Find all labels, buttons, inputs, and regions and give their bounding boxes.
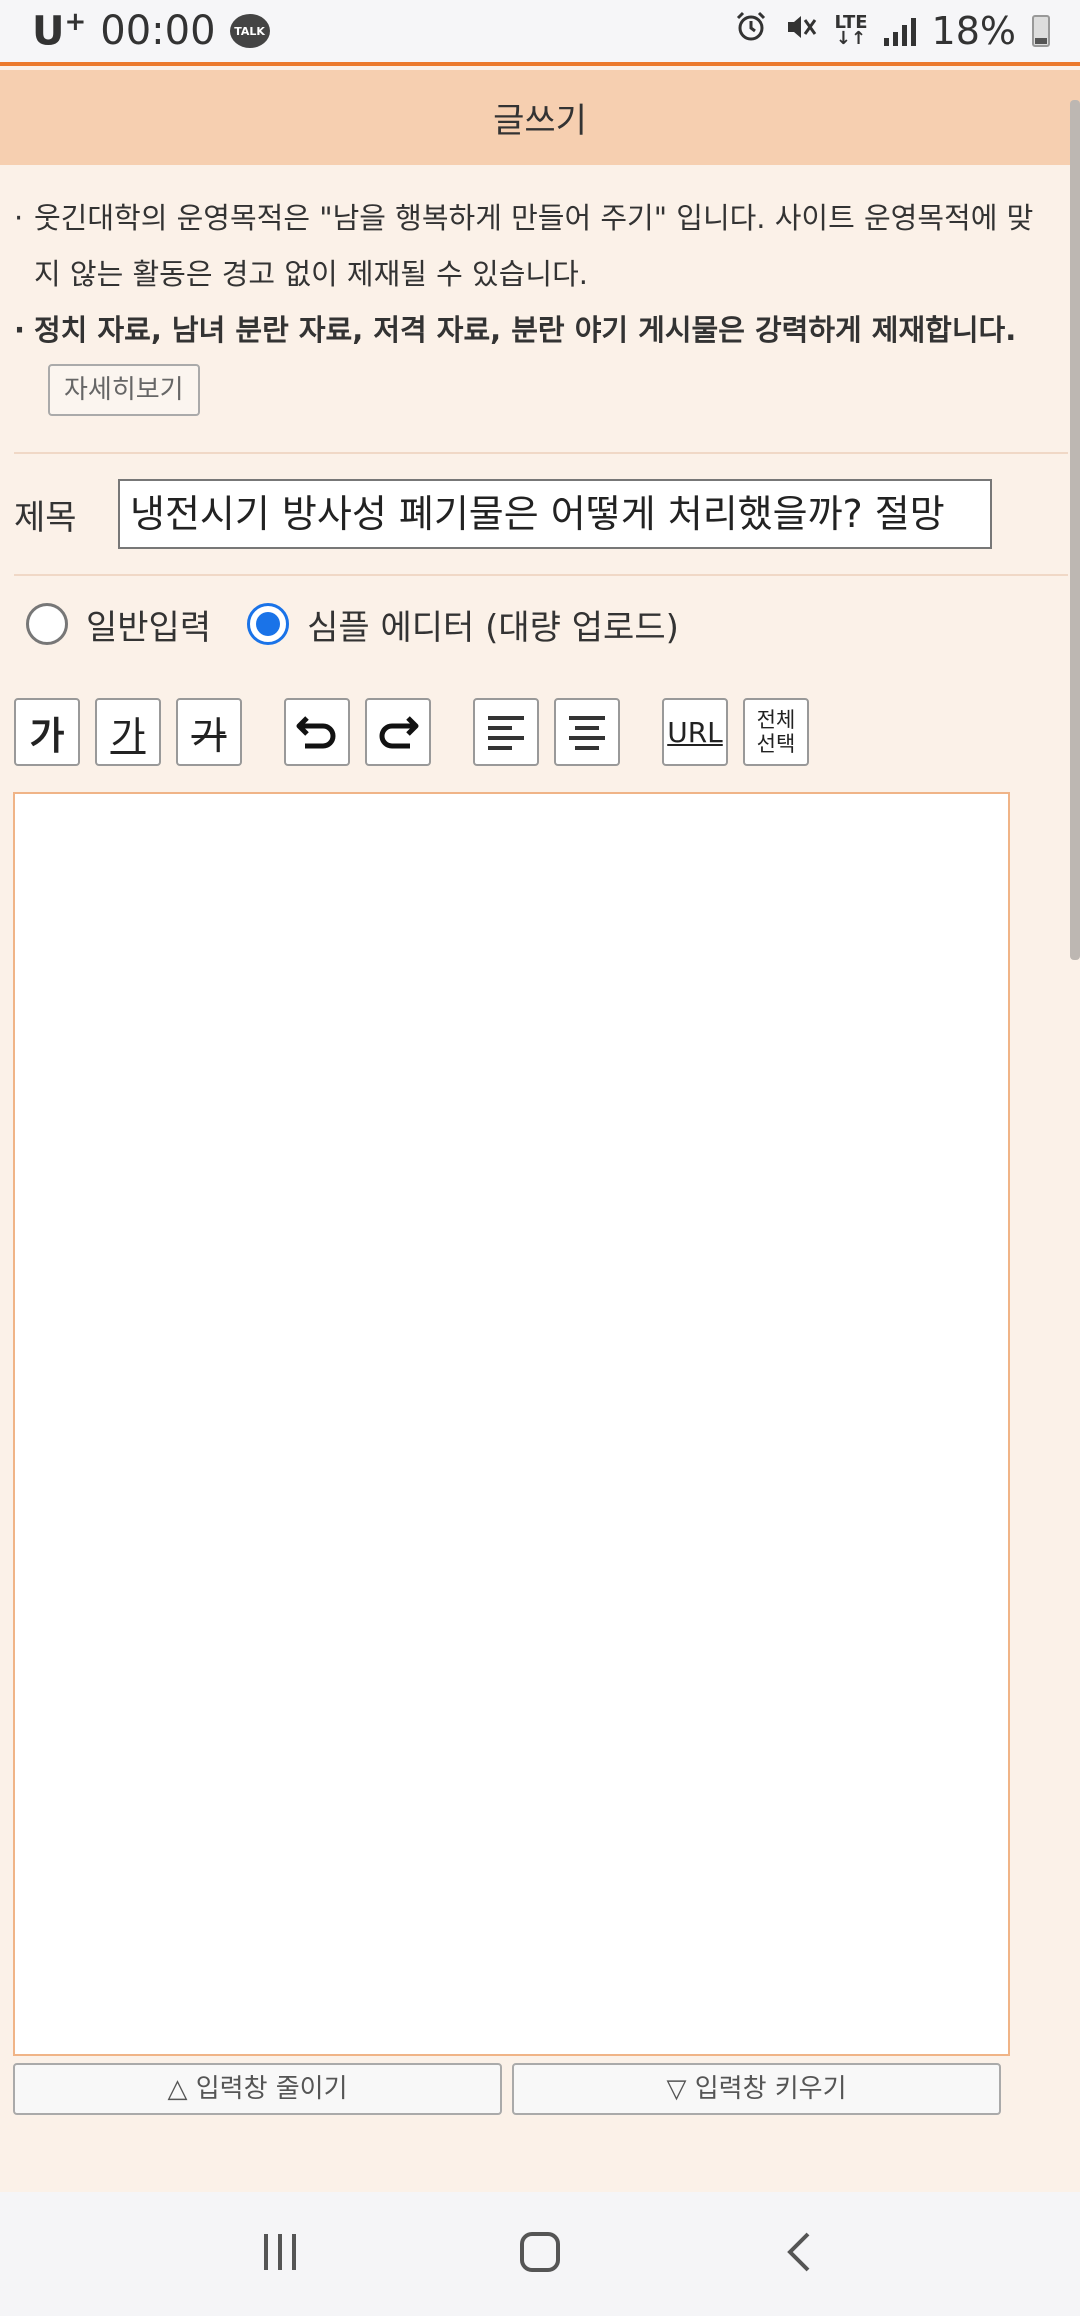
radio-normal-input[interactable]: 일반입력	[26, 600, 211, 649]
clock: 00:00	[100, 8, 216, 54]
status-bar: U+ 00:00 TALK LTE ↓↑ 18%	[0, 0, 1080, 66]
notice-line: · 정치 자료, 남녀 분란 자료, 저격 자료, 분란 야기 게시물은 강력하…	[14, 302, 1064, 358]
select-all-button[interactable]: 전체 선택	[743, 698, 809, 766]
more-details-button[interactable]: 자세히보기	[48, 364, 200, 416]
title-row: 제목 냉전시기 방사성 폐기물은 어떻게 처리했을까? 절망	[14, 478, 1014, 550]
title-input[interactable]: 냉전시기 방사성 폐기물은 어떻게 처리했을까? 절망	[118, 479, 992, 549]
divider	[14, 574, 1068, 576]
strikethrough-button[interactable]: 가	[176, 698, 242, 766]
notice-line: · 웃긴대학의 운영목적은 "남을 행복하게 만들어 주기" 입니다. 사이트 …	[14, 201, 1034, 291]
recent-apps-icon	[258, 2230, 302, 2278]
carrier-label: U+	[32, 7, 87, 55]
home-button[interactable]	[500, 2214, 580, 2294]
signal-icon	[883, 16, 916, 46]
align-center-icon	[565, 712, 609, 752]
radio-label: 심플 에디터 (대량 업로드)	[307, 607, 679, 648]
home-icon	[518, 2230, 562, 2278]
notice-box: · 웃긴대학의 운영목적은 "남을 행복하게 만들어 주기" 입니다. 사이트 …	[14, 190, 1064, 416]
system-navigation-bar	[0, 2192, 1080, 2316]
align-left-icon	[484, 712, 528, 752]
undo-icon	[295, 712, 339, 752]
editor-mode-selector: 일반입력 심플 에디터 (대량 업로드)	[26, 596, 715, 652]
undo-button[interactable]	[284, 698, 350, 766]
notice-text: 웃긴대학의 운영목적은 "남을 행복하게 만들어 주기" 입니다. 사이트 운영…	[34, 201, 1034, 235]
back-button[interactable]	[760, 2214, 840, 2294]
battery-percent: 18%	[931, 9, 1016, 53]
page-title: 글쓰기	[0, 70, 1080, 165]
kakaotalk-icon: TALK	[229, 14, 270, 48]
radio-circle[interactable]	[247, 603, 290, 645]
redo-icon	[376, 712, 420, 752]
mute-icon	[784, 10, 818, 52]
align-center-button[interactable]	[554, 698, 620, 766]
url-button[interactable]: URL	[662, 698, 728, 766]
divider	[14, 452, 1068, 454]
align-left-button[interactable]	[473, 698, 539, 766]
grow-editor-button[interactable]: ▽ 입력창 키우기	[512, 2063, 1001, 2115]
content-editor[interactable]	[13, 792, 1010, 2056]
scrollbar[interactable]	[1070, 100, 1080, 960]
lte-icon: LTE ↓↑	[834, 12, 868, 49]
alarm-icon	[734, 10, 768, 52]
title-label: 제목	[14, 497, 77, 538]
back-icon	[778, 2230, 822, 2278]
notice-warning: 정치 자료, 남녀 분란 자료, 저격 자료, 분란 야기 게시물은 강력하게 …	[34, 313, 1017, 347]
bold-button[interactable]: 가	[14, 698, 80, 766]
notice-text: 지 않는 활동은 경고 없이 제재될 수 있습니다.	[34, 257, 588, 291]
radio-circle[interactable]	[26, 603, 68, 645]
radio-label: 일반입력	[86, 607, 212, 648]
radio-simple-editor[interactable]: 심플 에디터 (대량 업로드)	[247, 600, 679, 649]
battery-icon	[1032, 15, 1050, 47]
underline-button[interactable]: 가	[95, 698, 161, 766]
redo-button[interactable]	[365, 698, 431, 766]
shrink-editor-button[interactable]: △ 입력창 줄이기	[13, 2063, 502, 2115]
recent-apps-button[interactable]	[240, 2214, 320, 2294]
